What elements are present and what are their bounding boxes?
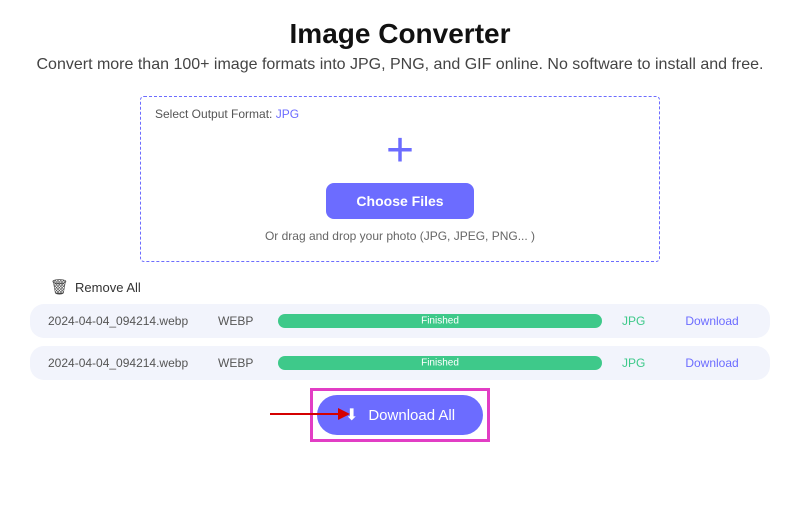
- annotation-arrow: [270, 404, 350, 424]
- choose-files-button[interactable]: Choose Files: [326, 183, 473, 219]
- remove-all-label: Remove All: [75, 280, 141, 295]
- page-subtitle: Convert more than 100+ image formats int…: [20, 56, 780, 74]
- file-row: 2024-04-04_094214.webp WEBP Finished JPG…: [30, 304, 770, 338]
- progress-status: Finished: [421, 316, 459, 327]
- file-target-format: JPG: [622, 314, 672, 328]
- download-all-label: Download All: [368, 407, 455, 424]
- file-target-format: JPG: [622, 356, 672, 370]
- progress-status: Finished: [421, 358, 459, 369]
- file-name: 2024-04-04_094214.webp: [48, 314, 218, 328]
- trash-icon: 🗑: [50, 278, 69, 296]
- progress-bar: Finished: [278, 356, 602, 370]
- download-link[interactable]: Download: [672, 356, 752, 370]
- file-source-format: WEBP: [218, 314, 278, 328]
- file-row: 2024-04-04_094214.webp WEBP Finished JPG…: [30, 346, 770, 380]
- progress-bar: Finished: [278, 314, 602, 328]
- output-format-row: Select Output Format: JPG: [155, 107, 645, 121]
- file-list: 2024-04-04_094214.webp WEBP Finished JPG…: [20, 304, 780, 380]
- drag-hint: Or drag and drop your photo (JPG, JPEG, …: [155, 229, 645, 243]
- upload-dropzone[interactable]: Select Output Format: JPG + Choose Files…: [140, 96, 660, 262]
- remove-all-button[interactable]: 🗑 Remove All: [50, 278, 780, 296]
- plus-icon: +: [155, 127, 645, 175]
- file-name: 2024-04-04_094214.webp: [48, 356, 218, 370]
- download-link[interactable]: Download: [672, 314, 752, 328]
- output-format-value[interactable]: JPG: [276, 107, 299, 121]
- output-format-label: Select Output Format:: [155, 107, 272, 121]
- file-source-format: WEBP: [218, 356, 278, 370]
- page-title: Image Converter: [20, 18, 780, 50]
